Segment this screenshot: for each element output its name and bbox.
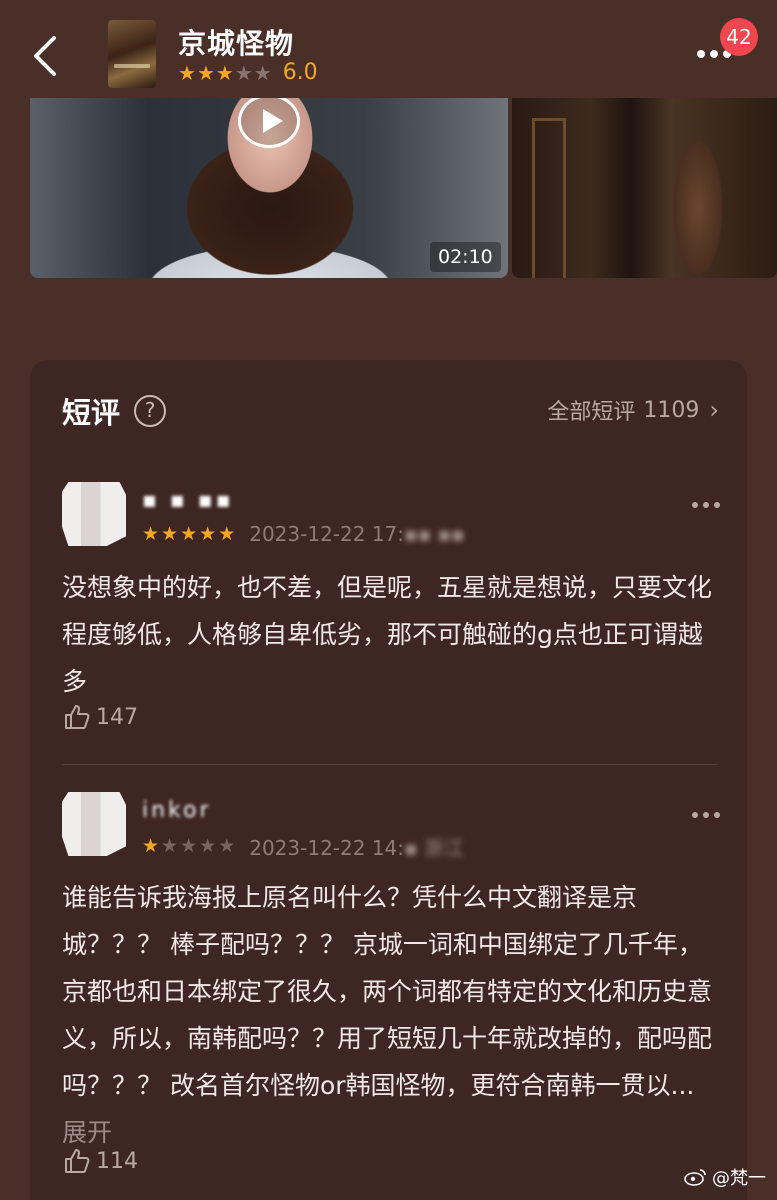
media-gallery: 02:10: [30, 98, 777, 278]
review-text: 谁能告诉我海报上原名叫什么？凭什么中文翻译是京城？？？ 棒子配吗？？？ 京城一词…: [62, 874, 712, 1156]
movie-title: 京城怪物: [178, 27, 295, 60]
help-icon[interactable]: ?: [134, 395, 167, 427]
dot-icon: [692, 812, 698, 818]
star-icon: ★: [253, 60, 272, 85]
review-more-button[interactable]: [692, 812, 722, 822]
review-time-obscured: ▪▪ ▪▪: [404, 522, 465, 546]
star-icon: ★: [196, 60, 215, 85]
like-button[interactable]: 147: [62, 702, 138, 732]
star-icon: ★: [218, 522, 236, 545]
watermark-text: @梵一: [712, 1168, 766, 1189]
like-count: 114: [96, 1148, 138, 1174]
top-bar: 京城怪物 ★ ★ ★ ★ ★ 6.0 42: [0, 0, 777, 98]
notification-badge: 42: [720, 18, 758, 56]
thumbs-up-icon: [65, 1149, 90, 1173]
dot-icon: [703, 502, 709, 508]
dot-icon: [710, 50, 718, 58]
star-icon: ★: [161, 835, 179, 857]
back-button[interactable]: [30, 34, 64, 78]
all-reviews-count: 1109: [643, 397, 700, 423]
divider: [62, 764, 717, 765]
weibo-icon: [684, 1169, 706, 1186]
review-more-button[interactable]: [692, 502, 722, 512]
review-time: 2023-12-22 14:▪ 浙江: [249, 832, 464, 861]
star-icon: ★: [180, 835, 198, 857]
still-photo[interactable]: [512, 98, 777, 278]
movie-rating: ★ ★ ★ ★ ★ 6.0: [178, 60, 318, 85]
rating-score: 6.0: [282, 60, 318, 85]
short-reviews-card: 短评 ? 全部短评 1109 › ▪ ▪ ▪▪ ★ ★ ★ ★ ★ 2023-1…: [30, 360, 747, 1200]
chevron-left-icon: [34, 36, 56, 76]
dot-icon: [714, 812, 720, 818]
star-icon: ★: [142, 522, 160, 545]
review-text: 没想象中的好，也不差，但是呢，五星就是想说，只要文化程度够低，人格够自卑低劣，那…: [62, 573, 713, 696]
like-count: 147: [96, 704, 138, 730]
chevron-right-icon: ›: [709, 396, 719, 424]
star-icon: ★: [178, 60, 196, 85]
star-icon: ★: [180, 522, 198, 545]
review-time-text: 2023-12-22 17:: [249, 522, 405, 546]
review-item: ▪ ▪ ▪▪ ★ ★ ★ ★ ★ 2023-12-22 17:▪▪ ▪▪ 没想象…: [62, 482, 722, 782]
dot-icon: [697, 50, 705, 58]
star-icon: ★: [234, 60, 253, 85]
all-reviews-label: 全部短评: [547, 400, 636, 425]
review-meta: ★ ★ ★ ★ ★ 2023-12-22 14:▪ 浙江: [142, 832, 464, 861]
review-text-content: 谁能告诉我海报上原名叫什么？凭什么中文翻译是京城？？？ 棒子配吗？？？ 京城一词…: [62, 883, 713, 1100]
review-username[interactable]: inkor: [142, 798, 212, 823]
video-duration: 02:10: [430, 242, 501, 272]
review-item: inkor ★ ★ ★ ★ ★ 2023-12-22 14:▪ 浙江 谁能告诉我…: [62, 792, 722, 1192]
star-icon: ★: [218, 835, 236, 857]
dot-icon: [692, 502, 698, 508]
avatar[interactable]: [62, 792, 126, 856]
star-icon: ★: [199, 522, 217, 545]
section-header: 短评 ?: [62, 390, 167, 432]
star-icon: ★: [142, 835, 160, 857]
review-time: 2023-12-22 17:▪▪ ▪▪: [249, 522, 464, 546]
thumbs-up-icon: [65, 705, 90, 729]
expand-link[interactable]: 展开: [62, 1118, 112, 1147]
star-icon: ★: [215, 60, 234, 85]
dot-icon: [714, 502, 720, 508]
review-time-obscured: ▪ 浙江: [404, 836, 464, 860]
review-meta: ★ ★ ★ ★ ★ 2023-12-22 17:▪▪ ▪▪: [142, 522, 465, 546]
star-icon: ★: [161, 522, 179, 545]
weibo-watermark: @梵一: [684, 1164, 766, 1190]
movie-poster-thumbnail[interactable]: [108, 20, 156, 88]
play-icon[interactable]: [238, 98, 300, 148]
review-time-text: 2023-12-22 14:: [249, 836, 405, 860]
all-reviews-link[interactable]: 全部短评 1109 ›: [547, 394, 719, 426]
review-username[interactable]: ▪ ▪ ▪▪: [142, 488, 234, 513]
like-button[interactable]: 114: [62, 1146, 138, 1176]
dot-icon: [703, 812, 709, 818]
section-title: 短评: [62, 396, 121, 430]
star-icon: ★: [199, 835, 217, 857]
avatar[interactable]: [62, 482, 126, 546]
trailer-video[interactable]: 02:10: [30, 98, 508, 278]
